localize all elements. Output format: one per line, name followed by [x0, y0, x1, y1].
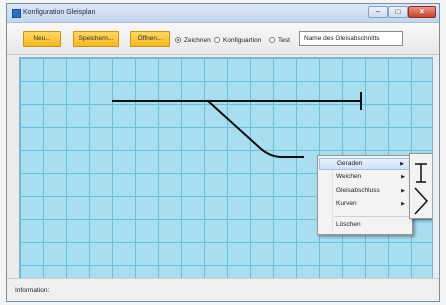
submenu-arrow-icon: ▶	[401, 201, 405, 207]
radio-test[interactable]: Test	[269, 35, 290, 45]
close-button[interactable]: ×	[408, 6, 436, 18]
submenu-icons	[414, 163, 429, 215]
menu-item-label: Weichen	[336, 173, 362, 180]
diagonal-track-icon[interactable]	[414, 187, 429, 215]
app-icon	[12, 9, 21, 18]
geraden-submenu	[409, 153, 432, 219]
menu-item-geraden[interactable]: Geraden ▶	[319, 158, 411, 170]
radio-label: Test	[278, 36, 290, 44]
submenu-arrow-icon: ▶	[401, 188, 405, 194]
straight-vertical-track-icon[interactable]	[415, 163, 427, 183]
menu-item-weichen[interactable]: Weichen ▶	[319, 171, 411, 183]
menu-item-label: Kurven	[336, 200, 357, 207]
menu-item-kurven[interactable]: Kurven ▶	[319, 198, 411, 210]
app-window: Konfiguration Gleisplan – □ × Neu... Spe…	[6, 3, 440, 302]
save-button[interactable]: Speichern...	[73, 31, 119, 47]
track-plan-canvas[interactable]: Geraden ▶ Weichen ▶ Gleisabschluss ▶ Kur…	[19, 57, 433, 279]
minimize-button[interactable]: –	[368, 6, 388, 18]
title-bar: Konfiguration Gleisplan – □ ×	[7, 4, 439, 23]
submenu-arrow-icon: ▶	[401, 174, 405, 180]
menu-item-label: Löschen	[336, 221, 361, 228]
switch-curve-track[interactable]	[207, 100, 304, 158]
submenu-arrow-icon: ▶	[400, 161, 404, 167]
new-button[interactable]: Neu...	[23, 31, 61, 47]
window-title: Konfiguration Gleisplan	[23, 9, 96, 16]
status-bar: Information:	[7, 278, 439, 301]
menu-item-label: Geraden	[337, 160, 363, 167]
radio-label: Konfiguartion	[223, 36, 262, 44]
status-label: Information:	[15, 287, 50, 294]
open-button[interactable]: Öffnen...	[130, 31, 170, 47]
section-name-input[interactable]	[299, 31, 403, 46]
menu-item-gleisabschluss[interactable]: Gleisabschluss ▶	[319, 185, 411, 197]
radio-dot-icon	[214, 37, 220, 43]
radio-label: Zeichnen	[184, 36, 211, 44]
toolbar: Neu... Speichern... Öffnen... Zeichnen K…	[7, 23, 439, 55]
radio-dot-icon	[175, 37, 181, 43]
radio-konfiguartion[interactable]: Konfiguartion	[214, 35, 261, 45]
maximize-button[interactable]: □	[388, 6, 408, 18]
menu-separator	[334, 216, 410, 217]
context-menu: Geraden ▶ Weichen ▶ Gleisabschluss ▶ Kur…	[317, 155, 413, 235]
menu-item-loeschen[interactable]: Löschen	[319, 219, 411, 231]
radio-dot-icon	[269, 37, 275, 43]
menu-item-label: Gleisabschluss	[336, 187, 380, 194]
radio-zeichnen[interactable]: Zeichnen	[175, 35, 211, 45]
